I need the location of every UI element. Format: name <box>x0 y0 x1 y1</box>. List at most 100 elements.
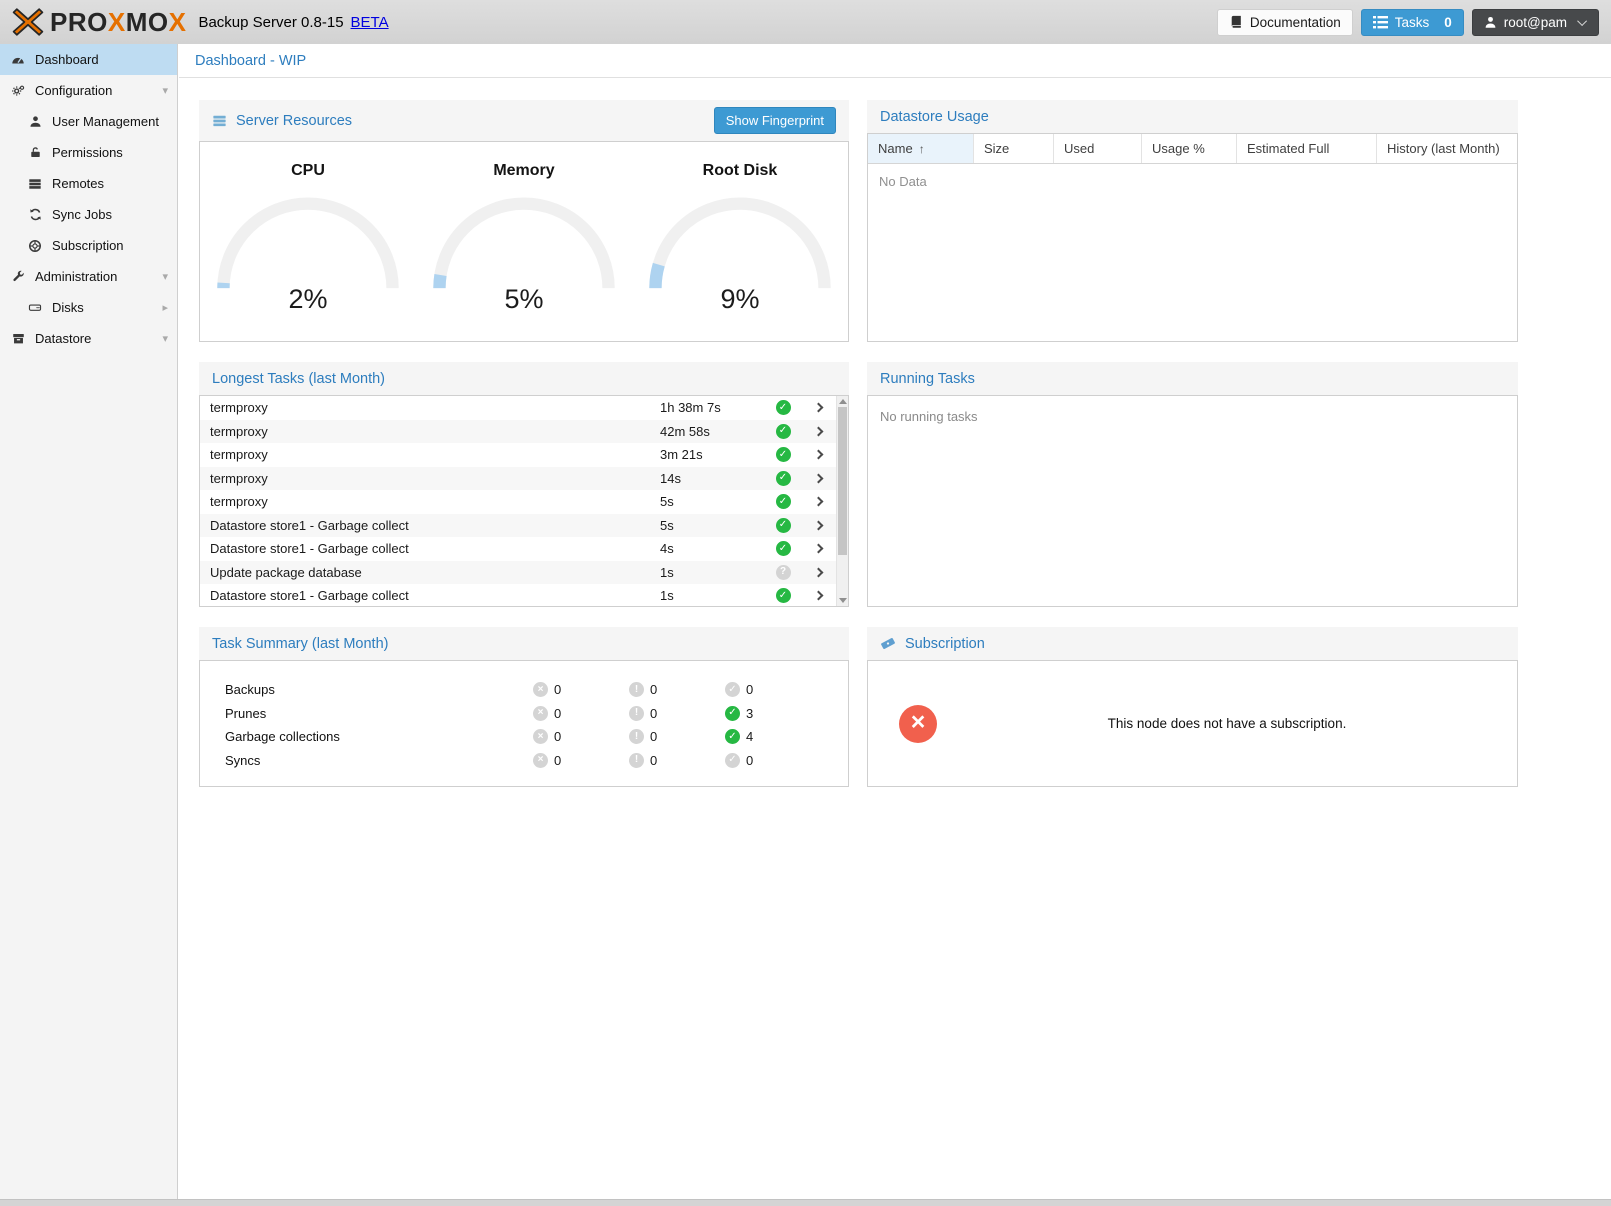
task-row[interactable]: Datastore store1 - Garbage collect 1s ✓ <box>200 584 836 607</box>
task-row[interactable]: termproxy 14s ✓ <box>200 467 836 491</box>
sidebar-item-dashboard[interactable]: Dashboard <box>0 44 177 75</box>
sidebar-item-configuration[interactable]: Configuration ▾ <box>0 75 177 106</box>
vertical-scrollbar[interactable] <box>836 396 848 606</box>
gauge-value: 9% <box>634 284 846 315</box>
check-icon: ✓ <box>725 682 740 697</box>
sidebar-item-disks[interactable]: Disks ▸ <box>0 292 177 323</box>
panel-title: Task Summary (last Month) <box>212 636 388 652</box>
chevron-right-icon[interactable] <box>814 544 824 554</box>
sidebar-item-label: Dashboard <box>35 52 99 67</box>
task-row[interactable]: Update package database 1s ? <box>200 561 836 585</box>
sidebar-item-label: User Management <box>52 114 159 129</box>
datastore-usage-panel: Datastore Usage Name ↑ Size Used Usage %… <box>867 100 1518 342</box>
server-resources-body: CPU 2% Memory 5% <box>199 141 849 342</box>
sidebar-item-remotes[interactable]: Remotes <box>0 168 177 199</box>
sidebar-item-user-management[interactable]: User Management <box>0 106 177 137</box>
server-resources-panel: Server Resources Show Fingerprint CPU 2%… <box>199 100 849 342</box>
status-ok-icon: ✓ <box>776 541 791 556</box>
chevron-down-icon[interactable]: ▾ <box>162 84 168 97</box>
chevron-right-icon[interactable] <box>814 591 824 601</box>
gauge-arc <box>429 196 619 292</box>
sidebar-item-label: Sync Jobs <box>52 207 112 222</box>
proxmox-logo: PROXMOX <box>12 6 186 38</box>
panel-title: Datastore Usage <box>880 109 989 125</box>
sidebar-item-sync-jobs[interactable]: Sync Jobs <box>0 199 177 230</box>
table-header-row: Name ↑ Size Used Usage % Estimated Full … <box>868 134 1517 164</box>
column-header-usage-pct[interactable]: Usage % <box>1142 134 1237 163</box>
tasks-count-badge: 0 <box>1444 15 1452 30</box>
chevron-right-icon[interactable] <box>814 567 824 577</box>
task-row[interactable]: termproxy 3m 21s ✓ <box>200 443 836 467</box>
status-ok-icon: ✓ <box>776 494 791 509</box>
sidebar-item-permissions[interactable]: Permissions <box>0 137 177 168</box>
running-tasks-body: No running tasks <box>867 395 1518 607</box>
sidebar-item-subscription[interactable]: Subscription <box>0 230 177 261</box>
chevron-right-icon[interactable] <box>814 426 824 436</box>
user-menu-label: root@pam <box>1504 15 1567 30</box>
product-subtitle: Backup Server 0.8-15 <box>198 14 343 31</box>
warning-icon: ! <box>629 729 644 744</box>
status-ok-icon: ✓ <box>776 424 791 439</box>
longest-tasks-header: Longest Tasks (last Month) <box>199 362 849 395</box>
warning-icon: ! <box>629 753 644 768</box>
task-row[interactable]: termproxy 42m 58s ✓ <box>200 420 836 444</box>
status-ok-icon: ✓ <box>776 518 791 533</box>
no-data-text: No Data <box>868 164 1517 199</box>
documentation-button[interactable]: Documentation <box>1217 9 1353 36</box>
sidebar-nav: Dashboard Configuration ▾ User Managemen… <box>0 44 178 1199</box>
sidebar-item-label: Configuration <box>35 83 112 98</box>
subscription-header: Subscription <box>867 627 1518 660</box>
scroll-up-icon[interactable] <box>839 399 847 404</box>
gauge-label: CPU <box>202 162 414 180</box>
panel-title: Running Tasks <box>880 371 975 387</box>
summary-row-backups: Backups ×0 !0 ✓0 <box>200 678 848 702</box>
warning-icon: ! <box>629 706 644 721</box>
tasks-button[interactable]: Tasks 0 <box>1361 9 1464 36</box>
column-header-history[interactable]: History (last Month) <box>1377 134 1517 163</box>
user-menu-button[interactable]: root@pam <box>1472 9 1599 36</box>
server-icon <box>212 114 227 128</box>
column-header-used[interactable]: Used <box>1054 134 1142 163</box>
longest-tasks-body: termproxy 1h 38m 7s ✓ termproxy 42m 58s … <box>199 395 849 607</box>
chevron-right-icon[interactable] <box>814 497 824 507</box>
chevron-right-icon[interactable] <box>814 520 824 530</box>
chevron-right-icon[interactable] <box>814 403 824 413</box>
chevron-right-icon[interactable] <box>814 450 824 460</box>
task-row[interactable]: Datastore store1 - Garbage collect 4s ✓ <box>200 537 836 561</box>
cpu-gauge: CPU 2% <box>202 162 414 295</box>
bottom-edge-bar <box>0 1199 1611 1206</box>
chevron-right-icon[interactable]: ▸ <box>162 301 168 314</box>
column-header-name[interactable]: Name ↑ <box>868 134 974 163</box>
column-header-size[interactable]: Size <box>974 134 1054 163</box>
error-icon: × <box>533 729 548 744</box>
task-row[interactable]: termproxy 5s ✓ <box>200 490 836 514</box>
scroll-down-icon[interactable] <box>839 598 847 603</box>
chevron-down-icon <box>1577 16 1587 26</box>
gauge-arc <box>645 196 835 292</box>
chevron-down-icon[interactable]: ▾ <box>162 270 168 283</box>
beta-link[interactable]: BETA <box>351 14 389 31</box>
status-ok-icon: ✓ <box>776 447 791 462</box>
chevron-right-icon[interactable] <box>814 473 824 483</box>
user-icon <box>1484 15 1497 29</box>
task-row[interactable]: termproxy 1h 38m 7s ✓ <box>200 396 836 420</box>
unlock-icon <box>27 146 43 159</box>
task-row[interactable]: Datastore store1 - Garbage collect 5s ✓ <box>200 514 836 538</box>
column-header-estimated-full[interactable]: Estimated Full <box>1237 134 1377 163</box>
remotes-icon <box>27 177 43 191</box>
running-tasks-header: Running Tasks <box>867 362 1518 395</box>
sidebar-item-administration[interactable]: Administration ▾ <box>0 261 177 292</box>
sidebar-item-label: Disks <box>52 300 84 315</box>
show-fingerprint-button[interactable]: Show Fingerprint <box>714 107 836 134</box>
panel-title: Subscription <box>905 636 985 652</box>
top-header: PROXMOX Backup Server 0.8-15 BETA Docume… <box>0 0 1611 44</box>
brand-word: PROXMOX <box>50 7 186 38</box>
error-icon: × <box>533 706 548 721</box>
sidebar-item-datastore[interactable]: Datastore ▾ <box>0 323 177 354</box>
hdd-icon <box>27 301 43 314</box>
scrollbar-thumb[interactable] <box>838 407 847 555</box>
error-icon: × <box>533 753 548 768</box>
gauge-value: 2% <box>202 284 414 315</box>
gauge-label: Root Disk <box>634 162 846 180</box>
chevron-down-icon[interactable]: ▾ <box>162 332 168 345</box>
